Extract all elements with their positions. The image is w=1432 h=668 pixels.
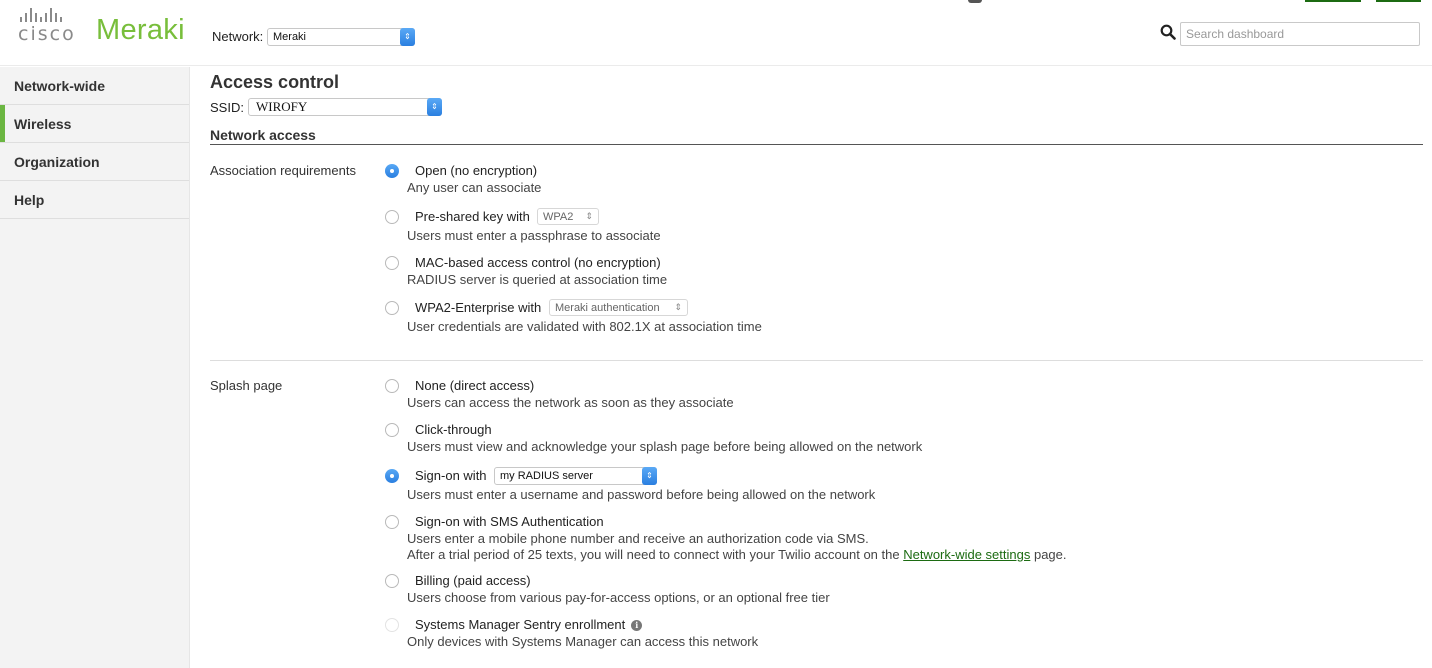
sidebar-item-label: Network-wide bbox=[14, 77, 106, 94]
cisco-bars-icon bbox=[20, 8, 62, 22]
option-description: Only devices with Systems Manager can ac… bbox=[407, 634, 759, 649]
radio-mac[interactable] bbox=[385, 256, 399, 270]
ssid-select-value: WIROFY bbox=[256, 99, 308, 114]
network-select[interactable]: Meraki ⇕ bbox=[267, 28, 415, 46]
sign-on-server-select[interactable]: my RADIUS server ⇕ bbox=[494, 467, 657, 485]
cisco-logo: cisco bbox=[18, 8, 80, 45]
radio-open[interactable] bbox=[385, 164, 399, 178]
option-description: RADIUS server is queried at association … bbox=[407, 272, 668, 287]
cisco-meraki-logo[interactable]: cisco Meraki bbox=[18, 8, 185, 47]
meraki-wordmark: Meraki bbox=[96, 14, 185, 46]
radio-billing[interactable] bbox=[385, 574, 399, 588]
ssid-label: SSID: bbox=[210, 100, 244, 115]
top-header: cisco Meraki Network: Meraki ⇕ bbox=[0, 0, 1432, 66]
psk-encryption-select[interactable]: WPA2 ⇕ bbox=[537, 208, 599, 225]
radio-click-through[interactable] bbox=[385, 423, 399, 437]
sidebar: Network-wide Wireless Organization Help bbox=[0, 67, 190, 668]
select-stepper-icon: ⇕ bbox=[400, 28, 415, 46]
sidebar-item-label: Organization bbox=[14, 153, 100, 170]
option-description: Users can access the network as soon as … bbox=[407, 395, 734, 410]
option-description: User credentials are validated with 802.… bbox=[407, 319, 762, 334]
option-label: WPA2-Enterprise with bbox=[415, 300, 542, 315]
option-label: None (direct access) bbox=[415, 378, 535, 393]
option-label: MAC-based access control (no encryption) bbox=[415, 255, 661, 270]
option-description: Users choose from various pay-for-access… bbox=[407, 590, 830, 605]
option-label: Click-through bbox=[415, 422, 492, 437]
option-label: Systems Manager Sentry enrollment i bbox=[415, 617, 643, 632]
ssid-select[interactable]: WIROFY ⇕ bbox=[248, 98, 442, 116]
option-label: Open (no encryption) bbox=[415, 163, 538, 178]
option-label: Sign-on with bbox=[415, 468, 487, 483]
top-edge-fragment bbox=[968, 0, 982, 3]
sidebar-item-organization[interactable]: Organization bbox=[0, 143, 189, 181]
option-description: Users must enter a passphrase to associa… bbox=[407, 228, 661, 243]
info-icon[interactable]: i bbox=[631, 620, 643, 631]
search-input[interactable] bbox=[1180, 22, 1420, 46]
psk-select-value: WPA2 bbox=[543, 210, 574, 223]
search-icon[interactable] bbox=[1160, 24, 1176, 40]
wpa2-select-value: Meraki authentication bbox=[555, 301, 660, 314]
select-stepper-icon: ⇕ bbox=[642, 467, 657, 485]
top-edge-link-fragment[interactable] bbox=[1376, 0, 1421, 2]
network-wide-settings-link[interactable]: Network-wide settings bbox=[903, 547, 1030, 562]
radio-sign-on[interactable] bbox=[385, 469, 399, 483]
page-title: Access control bbox=[210, 72, 340, 92]
association-requirements-label: Association requirements bbox=[210, 163, 356, 178]
sidebar-item-help[interactable]: Help bbox=[0, 181, 189, 219]
select-updown-icon: ⇕ bbox=[674, 302, 682, 312]
sidebar-item-label: Wireless bbox=[14, 115, 72, 132]
top-edge-link-fragment[interactable] bbox=[1305, 0, 1361, 2]
splash-page-label: Splash page bbox=[210, 378, 283, 393]
sidebar-item-network-wide[interactable]: Network-wide bbox=[0, 67, 189, 105]
network-label: Network: bbox=[212, 29, 264, 44]
option-description-twilio: After a trial period of 25 texts, you wi… bbox=[407, 547, 1067, 562]
sidebar-item-wireless[interactable]: Wireless bbox=[0, 105, 189, 143]
cisco-wordmark: cisco bbox=[18, 23, 76, 45]
select-stepper-icon: ⇕ bbox=[427, 98, 442, 116]
radio-wpa2-enterprise[interactable] bbox=[385, 301, 399, 315]
option-label: Pre-shared key with bbox=[415, 209, 530, 224]
radio-sm-sentry[interactable] bbox=[385, 618, 399, 632]
option-description: Any user can associate bbox=[407, 180, 542, 195]
wpa2-enterprise-auth-select[interactable]: Meraki authentication ⇕ bbox=[549, 299, 688, 316]
section-divider bbox=[210, 360, 1423, 361]
radio-sms[interactable] bbox=[385, 515, 399, 529]
radio-psk[interactable] bbox=[385, 210, 399, 224]
sidebar-item-label: Help bbox=[14, 191, 45, 208]
section-title-network-access: Network access bbox=[210, 127, 1423, 145]
sign-on-select-value: my RADIUS server bbox=[500, 470, 593, 482]
select-updown-icon: ⇕ bbox=[585, 211, 593, 221]
option-label: Billing (paid access) bbox=[415, 573, 531, 588]
option-description: Users must view and acknowledge your spl… bbox=[407, 439, 923, 454]
network-select-value: Meraki bbox=[273, 31, 307, 43]
radio-splash-none[interactable] bbox=[385, 379, 399, 393]
option-label: Sign-on with SMS Authentication bbox=[415, 514, 604, 529]
option-description: Users must enter a username and password… bbox=[407, 487, 876, 502]
